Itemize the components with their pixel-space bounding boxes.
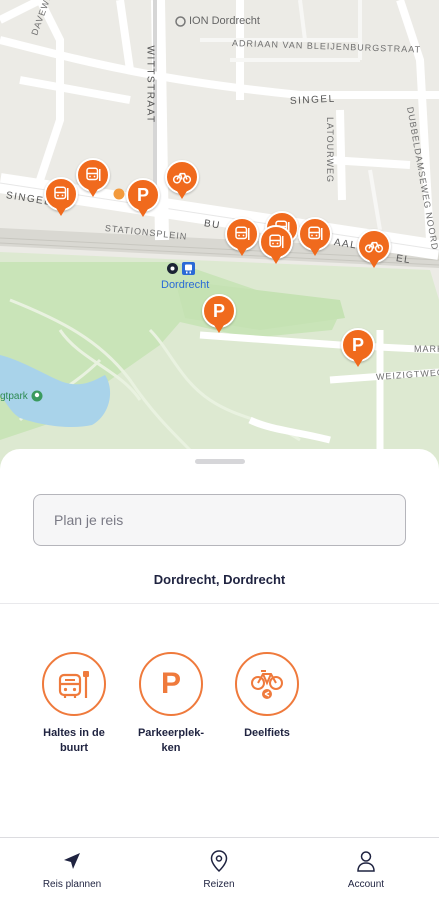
train-station-marker[interactable] — [166, 262, 195, 275]
bus-stop-marker[interactable] — [44, 177, 78, 216]
station-label: Dordrecht — [161, 279, 210, 291]
train-icon — [182, 262, 195, 275]
navigation-arrow-icon — [64, 853, 80, 869]
person-icon — [357, 851, 375, 872]
parking-marker[interactable]: P — [126, 178, 160, 217]
parking-marker[interactable]: P — [341, 328, 375, 367]
park-tree-icon — [31, 390, 43, 402]
label-line: Haltes in de — [43, 727, 105, 739]
shared-bike-button[interactable]: Deelfiets — [222, 652, 312, 741]
poi-label: ION Dordrecht — [189, 15, 260, 27]
park-label: gtpark — [0, 390, 28, 402]
street-label: MARK — [414, 344, 439, 354]
tab-account[interactable]: Account — [311, 850, 421, 890]
tab-trips[interactable]: Reizen — [164, 850, 274, 890]
station-dot-icon — [167, 263, 178, 274]
nearby-stops-label: Haltes in de buurt — [29, 726, 119, 756]
street-label: EL — [395, 253, 412, 267]
tab-label: Account — [347, 879, 385, 890]
place-circle-icon — [175, 15, 186, 27]
parking-icon: P — [160, 667, 181, 700]
shared-bike-marker[interactable] — [165, 160, 199, 199]
label-line: Deelfiets — [244, 727, 290, 739]
parking-spots-button[interactable]: P Parkeerplek- ken — [126, 652, 216, 756]
bike-icon — [364, 241, 384, 253]
label-line: buurt — [59, 742, 89, 754]
bus-icon — [308, 226, 323, 240]
tab-label: Reis plannen — [42, 879, 102, 890]
bottom-sheet: Plan je reis Dordrecht, Dordrecht Haltes… — [0, 449, 439, 900]
nearby-stops-button[interactable]: Haltes in de buurt — [29, 652, 119, 756]
parking-spots-circle: P — [139, 652, 203, 716]
bottom-navigation: Reis plannen Reizen Account — [0, 837, 439, 901]
tab-label: Reizen — [203, 879, 235, 890]
search-placeholder: Plan je reis — [54, 512, 124, 528]
tab-plan-trip[interactable]: Reis plannen — [17, 850, 127, 890]
map-view[interactable]: DAVEWEG WITTSTRAAT ADRIAAN VAN BLEIJENBU… — [0, 0, 439, 470]
street-label: WITTSTRAAT — [144, 45, 156, 124]
current-location: Dordrecht, Dordrecht — [153, 572, 286, 587]
amenity-dot-icon[interactable] — [113, 188, 125, 200]
shared-bike-circle — [235, 652, 299, 716]
bike-icon — [172, 172, 192, 184]
parking-letter: P — [351, 335, 364, 355]
sheet-drag-handle[interactable] — [195, 459, 245, 464]
location-pin-icon — [210, 850, 228, 872]
park-label-group: gtpark — [0, 390, 43, 402]
parking-letter: P — [136, 185, 149, 205]
bus-icon — [269, 234, 284, 248]
bus-icon — [235, 226, 250, 240]
bus-stop-marker[interactable] — [298, 217, 332, 256]
plan-trip-input[interactable]: Plan je reis — [33, 494, 406, 546]
parking-marker[interactable]: P — [202, 294, 236, 333]
shared-bike-marker[interactable] — [357, 229, 391, 268]
bus-icon — [86, 167, 101, 181]
divider — [0, 603, 439, 604]
bus-stop-marker[interactable] — [259, 225, 293, 264]
bus-stop-marker[interactable] — [225, 217, 259, 256]
bus-stop-icon — [58, 671, 89, 698]
label-line: ken — [161, 742, 181, 754]
label-line: Parkeerplek- — [137, 727, 205, 739]
shared-bike-label: Deelfiets — [222, 726, 312, 741]
parking-spots-label: Parkeerplek- ken — [126, 726, 216, 756]
poi-ion[interactable]: ION Dordrecht — [175, 15, 260, 27]
bus-icon — [54, 186, 69, 200]
shared-bike-icon — [251, 670, 283, 699]
nearby-stops-circle — [42, 652, 106, 716]
bus-stop-marker[interactable] — [76, 158, 110, 197]
parking-letter: P — [212, 301, 225, 321]
street-label: LATOURWEG — [325, 117, 335, 184]
